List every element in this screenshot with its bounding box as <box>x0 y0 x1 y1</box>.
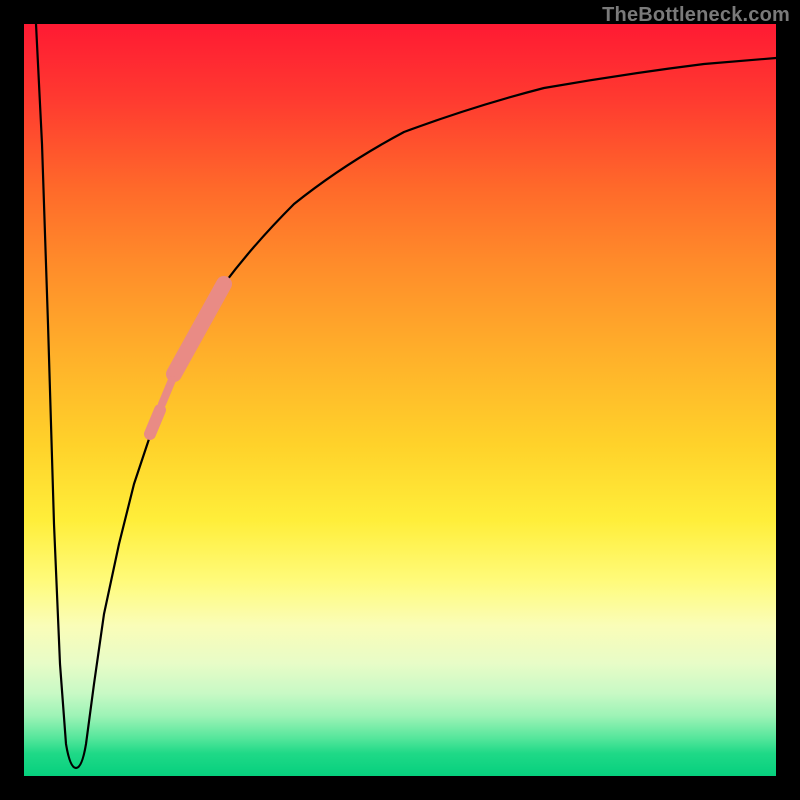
curve-svg <box>24 24 776 776</box>
highlight-main <box>174 284 224 374</box>
chart-stage: TheBottleneck.com <box>0 0 800 800</box>
highlight-lower <box>150 410 160 434</box>
bottleneck-curve <box>36 24 776 768</box>
highlight-mid <box>162 380 172 404</box>
plot-area <box>24 24 776 776</box>
